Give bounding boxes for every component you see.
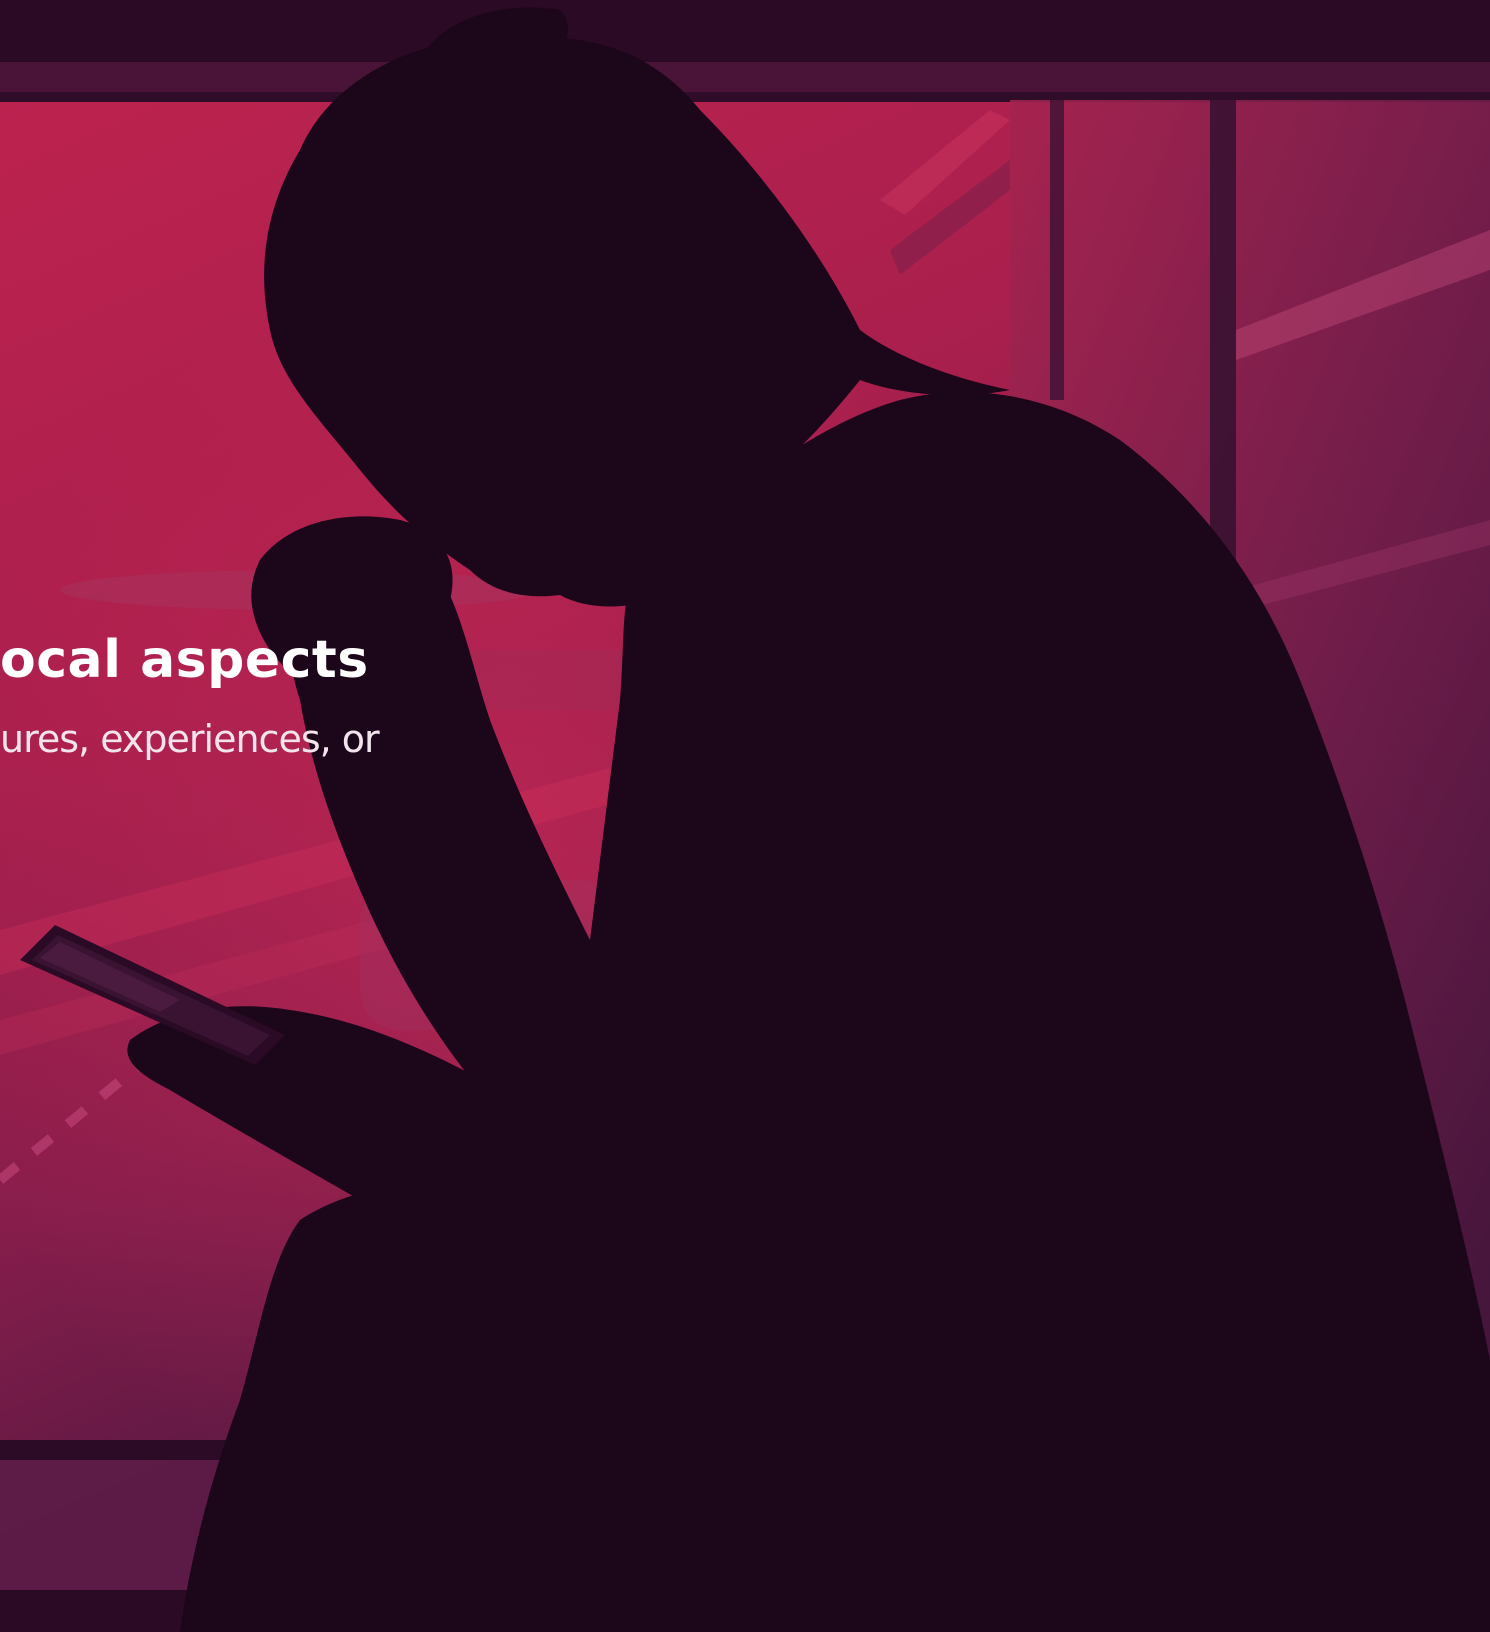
hero-subline: ures, experiences, or	[0, 717, 380, 761]
hero-banner: ocal aspects ures, experiences, or	[0, 0, 1490, 1632]
hero-headline: ocal aspects	[0, 630, 369, 690]
hero-photo	[0, 0, 1490, 1632]
